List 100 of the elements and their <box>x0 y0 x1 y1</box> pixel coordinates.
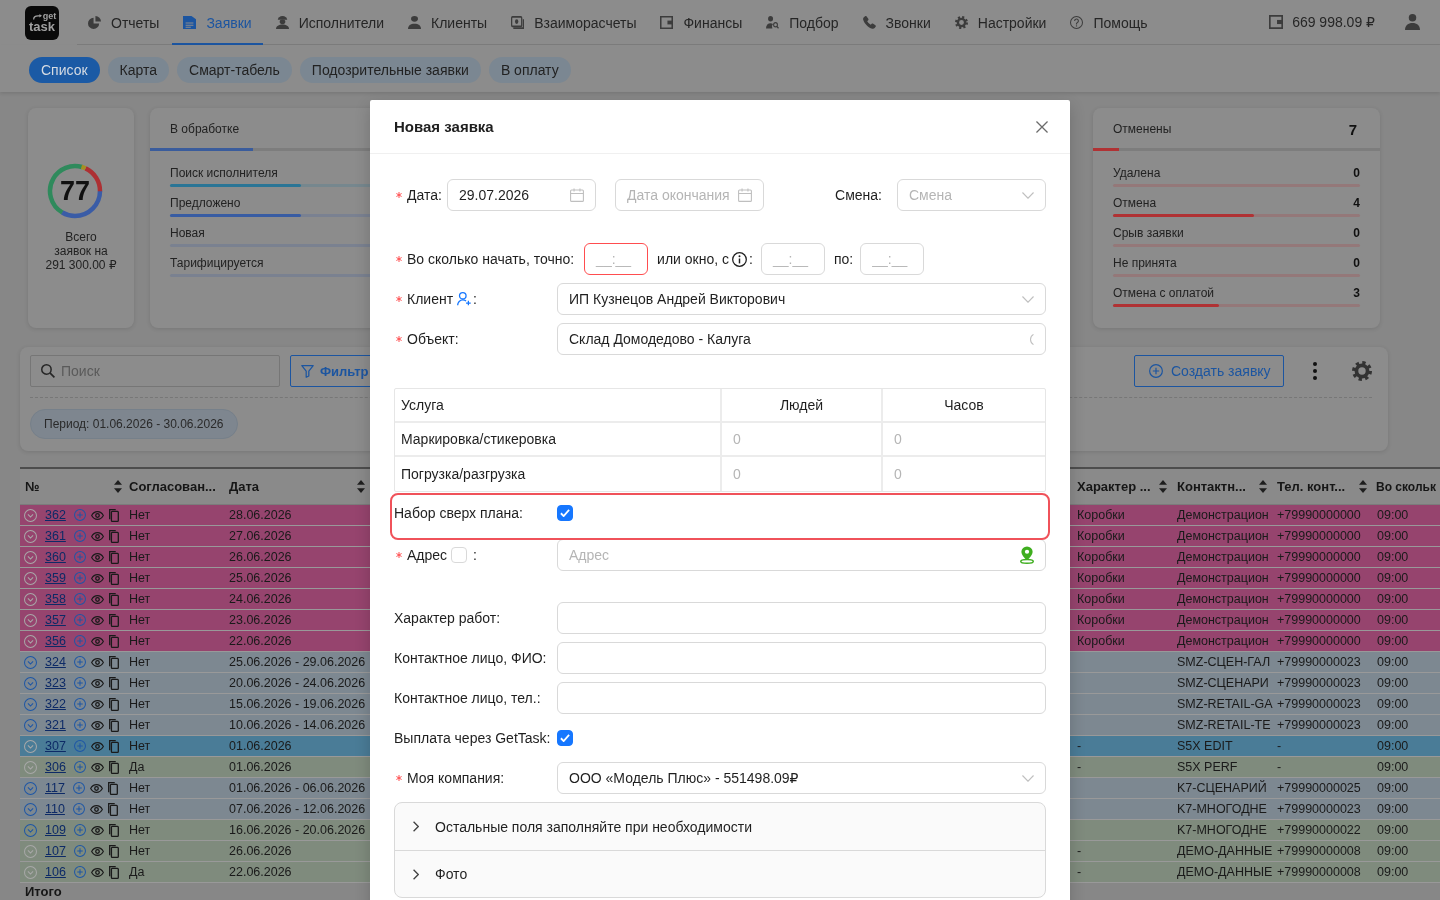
table-cell-text: 09:00 <box>1376 717 1410 734</box>
table-cell-text: Коробки <box>1076 507 1126 524</box>
table-cell-text: 09:00 <box>1376 528 1410 545</box>
table-cell-text: 09:00 <box>1376 843 1410 860</box>
label-colon: : <box>473 547 477 563</box>
table-cell-text: 28.06.2026 <box>228 507 293 524</box>
table-cell-text: Коробки <box>1076 633 1126 650</box>
status-label: Предложено <box>170 196 241 210</box>
table-cell-text: 26.06.2026 <box>228 549 293 566</box>
table-cell-text: Демонстрацион <box>1176 528 1270 545</box>
table-cell-text: Нет <box>128 696 152 713</box>
table-cell-text: - <box>1076 864 1083 881</box>
table-cell-text: ДЕМО-ДАННЫЕ <box>1176 843 1272 860</box>
logo-text: get <box>42 12 57 21</box>
table-cell-text: +79990000000 <box>1276 633 1362 650</box>
table-cell-text: - <box>1276 738 1283 755</box>
table-cell-text: 09:00 <box>1376 759 1410 776</box>
column-header: Часов <box>943 396 985 415</box>
table-cell-text: Нет <box>128 549 152 566</box>
table-cell-text: Коробки <box>1076 549 1126 566</box>
label-colon: : <box>749 251 753 267</box>
table-cell-text: +79990000008 <box>1276 864 1362 881</box>
table-cell-text: 01.06.2026 <box>228 738 293 755</box>
status-label: Поиск исполнителя <box>170 166 278 180</box>
table-cell-text: 09:00 <box>1376 570 1410 587</box>
table-cell-text: +79990000023 <box>1276 675 1362 692</box>
table-cell-text: +79990000000 <box>1276 549 1362 566</box>
table-cell-text: 09:00 <box>1376 612 1410 629</box>
status-count: 3 <box>1353 286 1360 300</box>
table-cell-text: Демонстрацион <box>1176 633 1270 650</box>
field-label: Набор сверх плана: <box>394 505 523 521</box>
table-cell-text: ДЕМО-ДАННЫЕ <box>1176 864 1272 881</box>
table-cell-text: Нет <box>128 780 152 797</box>
field-label: по: <box>833 251 854 267</box>
table-cell-text: - <box>1076 759 1083 776</box>
table-cell-text: 15.06.2026 - 19.06.2026 <box>228 696 367 713</box>
table-cell-text: SMZ-RETAIL-TE <box>1176 717 1272 734</box>
field-label: Моя компания: <box>407 770 505 786</box>
table-cell-text: +79990000022 <box>1276 822 1362 839</box>
group-title: Отменены <box>1113 122 1172 136</box>
balance-amount: 669 998.09 ₽ <box>1292 14 1375 30</box>
table-cell-text: Нет <box>128 801 152 818</box>
table-cell-text: - <box>1276 759 1283 776</box>
logo-text: task <box>29 21 55 33</box>
table-cell-text: 20.06.2026 - 24.06.2026 <box>228 675 367 692</box>
total-count: 77 <box>59 176 90 206</box>
table-cell-text: 07.06.2026 - 12.06.2026 <box>228 801 367 818</box>
table-cell-text: 09:00 <box>1376 654 1410 671</box>
table-cell-text: 09:00 <box>1376 864 1410 881</box>
status-label: Тарифицируется <box>170 256 264 270</box>
status-count: 4 <box>1353 196 1360 210</box>
field-label: Во сколько начать, точно: <box>407 251 575 267</box>
status-label: Удалена <box>1113 166 1161 180</box>
table-cell-text: +79990000023 <box>1276 696 1362 713</box>
table-cell-text: Коробки <box>1076 528 1126 545</box>
status-label: Срыв заявки <box>1113 226 1184 240</box>
status-count: 0 <box>1353 226 1360 240</box>
field-label: Клиент <box>407 291 454 307</box>
table-cell-text: +79990000000 <box>1276 612 1362 629</box>
table-cell-text: +79990000023 <box>1276 801 1362 818</box>
dialog-title: Новая заявка <box>394 118 494 135</box>
table-cell-text: - <box>1076 843 1083 860</box>
table-cell-text: Коробки <box>1076 612 1126 629</box>
table-cell-text: Демонстрацион <box>1176 549 1270 566</box>
table-cell-text: Нет <box>128 717 152 734</box>
table-cell-text: - <box>1076 738 1083 755</box>
group-count: 7 <box>1348 120 1357 138</box>
status-label: Отмена <box>1113 196 1157 210</box>
table-cell-text: 10.06.2026 - 14.06.2026 <box>228 717 367 734</box>
column-header: Людей <box>722 389 883 421</box>
table-cell-text: 25.06.2026 <box>228 570 293 587</box>
table-cell-text: Демонстрацион <box>1176 591 1270 608</box>
table-cell-text: +79990000000 <box>1276 570 1362 587</box>
status-count: 0 <box>1353 166 1360 180</box>
table-cell-text: +79990000023 <box>1276 717 1362 734</box>
table-cell: Погрузка/разгрузка <box>395 457 722 491</box>
table-cell-text: Нет <box>128 570 152 587</box>
table-cell-text: S5X EDIT <box>1176 738 1234 755</box>
table-cell-text: Демонстрацион <box>1176 612 1270 629</box>
table-cell-text: K7-СЦЕНАРИЙ <box>1176 779 1268 797</box>
table-cell-text: +79990000000 <box>1276 528 1362 545</box>
table-cell-text: +79990000000 <box>1276 591 1362 608</box>
table-cell-text: 01.06.2026 <box>228 759 293 776</box>
table-cell-text: +79990000023 <box>1276 654 1362 671</box>
table-cell-text: Демонстрацион <box>1176 570 1270 587</box>
table-cell-text: 09:00 <box>1376 591 1410 608</box>
table-cell-text: Нет <box>128 738 152 755</box>
table-cell-text: 09:00 <box>1376 780 1410 797</box>
table-cell-text: 22.06.2026 <box>228 864 293 881</box>
table-cell-text: 16.06.2026 - 20.06.2026 <box>228 822 367 839</box>
field-label: Адрес <box>407 547 448 563</box>
table-cell-text: 09:00 <box>1376 696 1410 713</box>
table-cell-text: SMZ-СЦЕНАРИ <box>1176 675 1270 692</box>
table-cell-text: +79990000008 <box>1276 843 1362 860</box>
table-cell-text: 24.06.2026 <box>228 591 293 608</box>
table-cell-text: 27.06.2026 <box>228 528 293 545</box>
table-cell-text: 23.06.2026 <box>228 612 293 629</box>
label-colon: : <box>473 291 477 307</box>
table-cell-text: K7-МНОГОДНЕ <box>1176 822 1268 839</box>
table-cell-text: 09:00 <box>1376 801 1410 818</box>
